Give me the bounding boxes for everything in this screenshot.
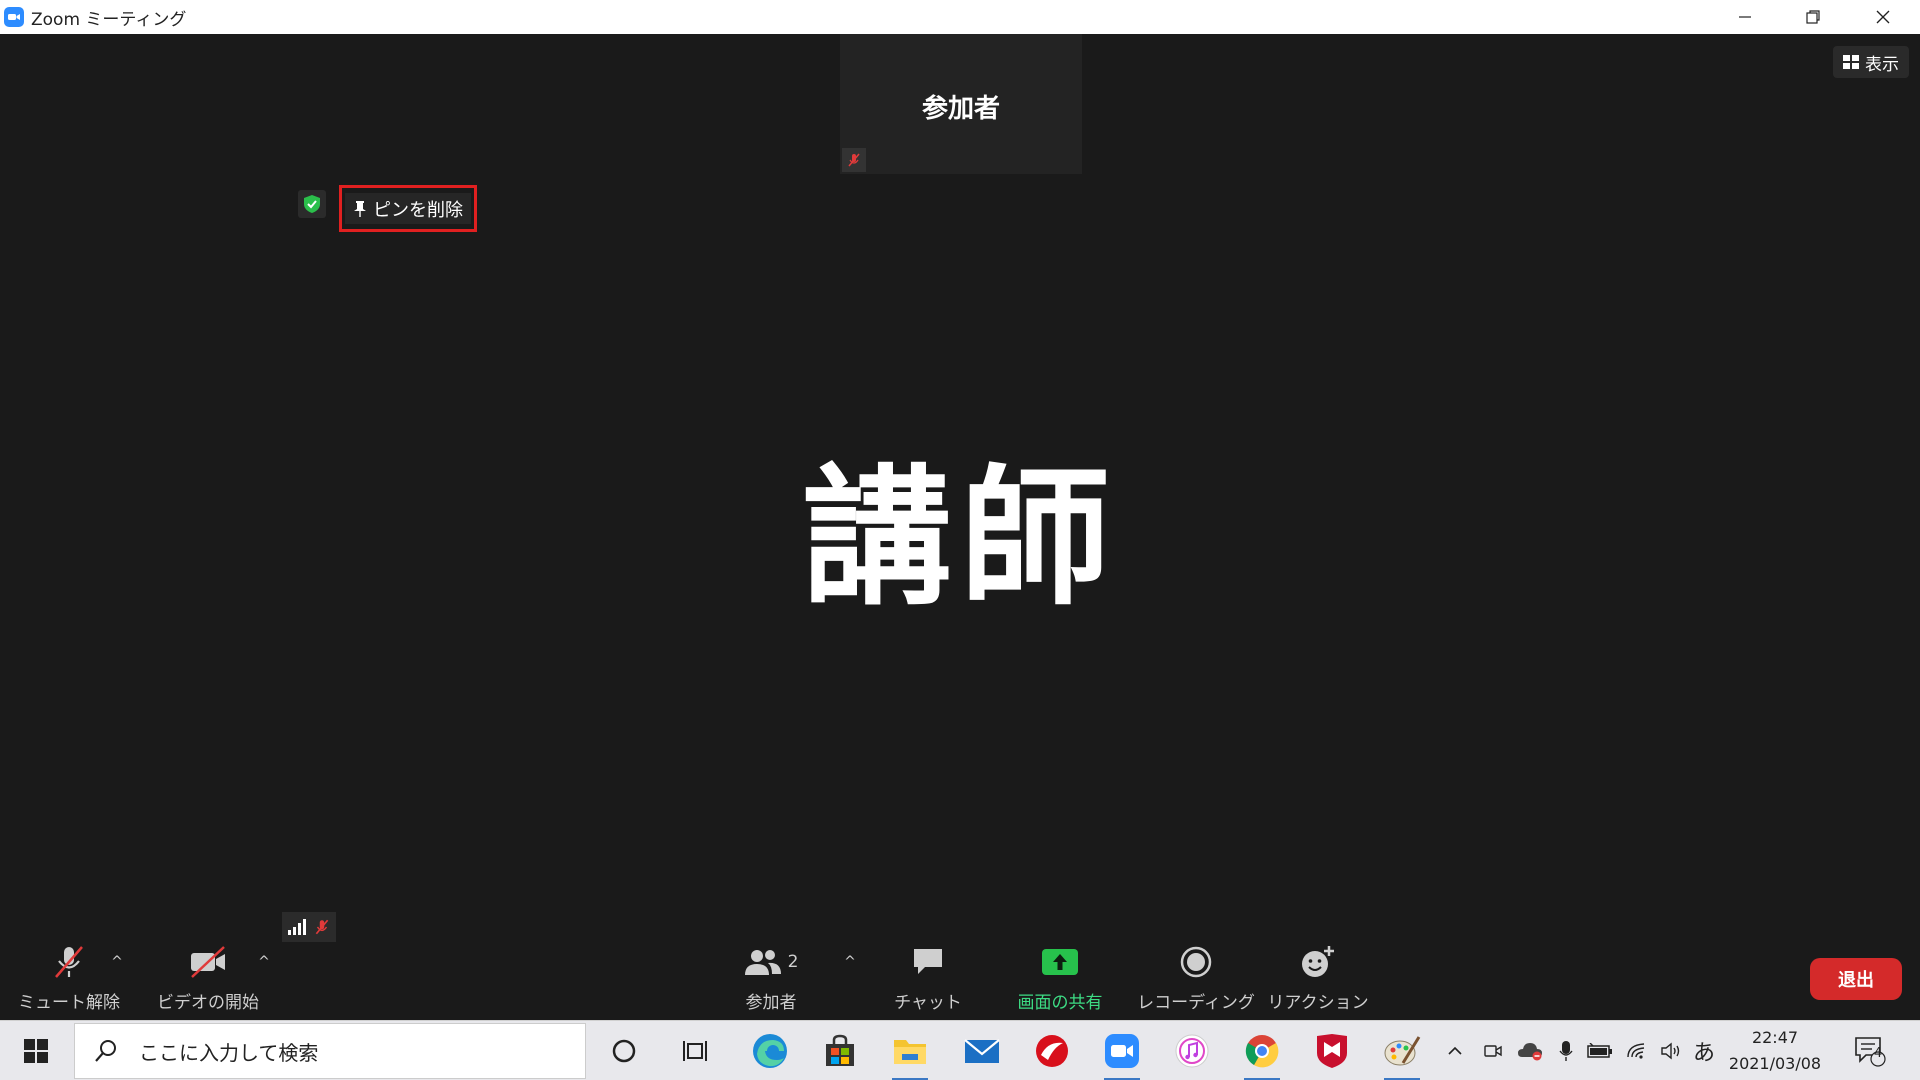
chat-bubble-icon	[911, 944, 945, 980]
zoom-app-icon	[1105, 1034, 1139, 1068]
participants-label: 参加者	[745, 993, 797, 1013]
close-button[interactable]	[1848, 0, 1918, 34]
windows-logo-icon	[24, 1039, 48, 1063]
add-reaction-icon	[1300, 944, 1336, 980]
clock-time: 22:47	[1751, 1028, 1799, 1047]
microsoft-store-icon	[826, 1034, 854, 1066]
participants-options-chevron-up-icon[interactable]: ^	[840, 954, 860, 970]
start-video-button[interactable]: ビデオの開始	[150, 944, 266, 1014]
paint-palette-icon	[1384, 1036, 1421, 1066]
muted-mic-icon	[315, 919, 329, 935]
participant-thumbnail[interactable]: 参加者	[840, 34, 1082, 174]
onedrive-cloud-icon[interactable]	[1516, 1039, 1544, 1063]
participants-icon	[744, 950, 781, 975]
video-off-icon	[188, 944, 228, 980]
notification-count-badge: 4	[1873, 1046, 1883, 1061]
title-bar: Zoom ミーティング	[0, 0, 1920, 34]
share-screen-icon	[1041, 944, 1079, 980]
taskbar-store[interactable]	[818, 1029, 862, 1073]
audio-options-chevron-up-icon[interactable]: ^	[107, 954, 127, 970]
leave-meeting-button[interactable]: 退出	[1810, 958, 1902, 1000]
record-icon	[1179, 944, 1213, 980]
chat-button[interactable]: チャット	[888, 944, 968, 1014]
trend-micro-icon	[1036, 1035, 1068, 1067]
window-title: Zoom ミーティング	[31, 9, 187, 30]
unpin-button[interactable]: ピンを削除	[345, 193, 471, 224]
signal-strength-icon	[288, 919, 306, 935]
participants-button[interactable]: 2 参加者	[734, 944, 808, 1014]
share-screen-button[interactable]: 画面の共有	[1010, 944, 1110, 1014]
view-button[interactable]: 表示	[1833, 46, 1909, 78]
active-speaker-name: 講師	[801, 452, 1118, 626]
mcafee-shield-icon	[1317, 1034, 1347, 1068]
video-options-chevron-up-icon[interactable]: ^	[254, 954, 274, 970]
unpin-highlight: ピンを削除	[339, 185, 477, 232]
record-button[interactable]: レコーディング	[1137, 944, 1255, 1014]
cortana-circle-icon	[612, 1039, 636, 1063]
battery-icon[interactable]	[1586, 1039, 1614, 1063]
muted-mic-icon	[842, 148, 866, 172]
taskbar-trend-micro[interactable]	[1030, 1029, 1074, 1073]
chat-label: チャット	[894, 993, 962, 1013]
taskbar-chrome[interactable]	[1240, 1029, 1284, 1080]
participants-count: 2	[787, 952, 799, 972]
close-icon	[1876, 10, 1890, 24]
search-icon	[95, 1040, 116, 1062]
thumbnail-participant-name: 参加者	[921, 94, 1000, 124]
taskbar-file-explorer[interactable]	[888, 1029, 932, 1080]
ime-mode-indicator[interactable]: あ	[1690, 1039, 1718, 1066]
taskbar-edge[interactable]	[748, 1029, 792, 1073]
file-explorer-icon	[894, 1040, 926, 1064]
show-hidden-icons-chevron-up-icon[interactable]	[1444, 1039, 1466, 1063]
view-label: 表示	[1865, 54, 1899, 75]
taskbar-mail[interactable]	[960, 1029, 1004, 1073]
system-clock[interactable]: 22:47 2021/03/08	[1720, 1025, 1830, 1077]
task-view-button[interactable]	[674, 1029, 718, 1073]
search-placeholder: ここに入力して検索	[139, 1040, 319, 1065]
chrome-browser-icon	[1245, 1035, 1279, 1068]
encryption-shield-icon[interactable]	[298, 190, 326, 218]
taskbar-search-box[interactable]: ここに入力して検索	[74, 1023, 586, 1079]
zoom-meeting-window: Zoom ミーティング 参加者 表示 ピンを削除 講師 ミュート解除 ^ ビデオ…	[0, 0, 1920, 1080]
zoom-logo-icon	[4, 7, 24, 27]
meet-now-camera-icon[interactable]	[1482, 1039, 1504, 1063]
minimize-icon	[1739, 16, 1751, 18]
taskbar-mcafee[interactable]	[1310, 1029, 1354, 1073]
reactions-button[interactable]: リアクション	[1267, 944, 1369, 1014]
muted-microphone-icon	[51, 944, 87, 980]
volume-speaker-icon[interactable]	[1658, 1039, 1684, 1063]
action-center-button[interactable]: 4	[1850, 1033, 1890, 1069]
start-button[interactable]	[0, 1021, 72, 1080]
restore-button[interactable]	[1778, 0, 1848, 34]
cortana-button[interactable]	[602, 1029, 646, 1073]
meeting-area: 参加者 表示 ピンを削除 講師	[0, 34, 1920, 1020]
wifi-icon[interactable]	[1624, 1039, 1650, 1063]
pin-icon	[354, 200, 366, 217]
itunes-icon	[1175, 1034, 1209, 1068]
clock-date: 2021/03/08	[1728, 1054, 1822, 1073]
restore-icon	[1806, 10, 1820, 24]
taskbar-itunes[interactable]	[1170, 1029, 1214, 1073]
share-screen-label: 画面の共有	[1017, 993, 1103, 1013]
minimize-button[interactable]	[1710, 0, 1780, 34]
microphone-in-use-icon[interactable]	[1556, 1039, 1576, 1063]
unmute-label: ミュート解除	[18, 993, 120, 1013]
task-view-icon	[683, 1041, 707, 1061]
participants-icon-group: 2	[744, 944, 799, 980]
unpin-label: ピンを削除	[373, 199, 463, 221]
connection-status	[282, 912, 336, 942]
start-video-label: ビデオの開始	[157, 993, 259, 1013]
gallery-grid-icon	[1843, 55, 1859, 69]
mail-icon	[964, 1039, 1000, 1063]
taskbar-zoom[interactable]	[1100, 1029, 1144, 1080]
windows-taskbar: ここに入力して検索 あ 22:47 2021/03/08 4	[0, 1020, 1920, 1080]
edge-browser-icon	[753, 1034, 787, 1068]
taskbar-paint[interactable]	[1380, 1029, 1424, 1080]
reactions-label: リアクション	[1267, 993, 1369, 1013]
record-label: レコーディング	[1137, 993, 1255, 1013]
